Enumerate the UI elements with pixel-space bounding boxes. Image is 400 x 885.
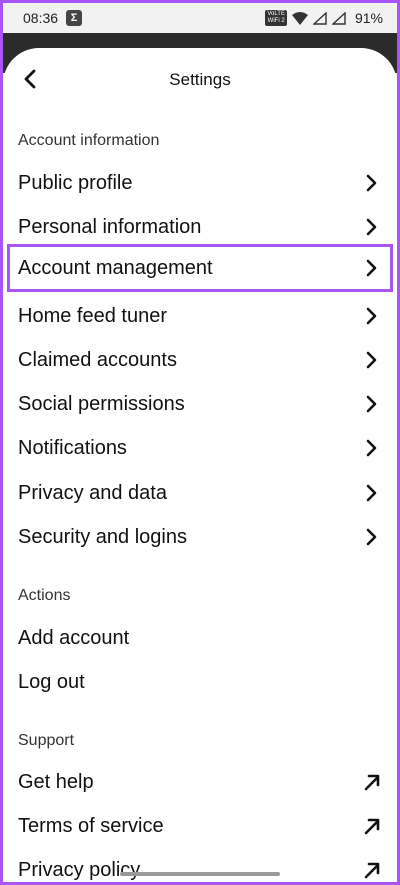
chevron-right-icon [366, 528, 377, 546]
chevron-right-icon [366, 218, 377, 236]
chevron-right-icon [366, 174, 377, 192]
item-label: Privacy and data [18, 481, 167, 504]
chevron-right-icon [366, 484, 377, 502]
item-label: Personal information [18, 215, 202, 238]
item-label: Security and logins [18, 525, 187, 548]
settings-item-claimed-accounts[interactable]: Claimed accounts [3, 338, 397, 382]
item-label: Claimed accounts [18, 348, 177, 371]
status-bar: 08:36 Σ VoLTE WiFi 2 91% [3, 3, 397, 33]
chevron-right-icon [366, 351, 377, 369]
settings-item-add-account[interactable]: Add account [3, 616, 397, 660]
item-label: Get help [18, 770, 94, 793]
chevron-right-icon [366, 307, 377, 325]
item-label: Privacy policy [18, 858, 141, 881]
settings-item-notifications[interactable]: Notifications [3, 426, 397, 470]
external-link-arrow-icon [364, 774, 380, 791]
page-title: Settings [169, 70, 231, 89]
settings-item-terms-of-service[interactable]: Terms of service [3, 804, 397, 848]
item-label: Home feed tuner [18, 304, 167, 327]
screen: 08:36 Σ VoLTE WiFi 2 91% Settings Accoun… [3, 3, 397, 882]
item-label: Account management [18, 256, 213, 279]
external-link-arrow-icon [364, 818, 380, 835]
volte-icon: VoLTE WiFi 2 [265, 10, 287, 26]
chevron-right-icon [366, 395, 377, 413]
settings-item-security-and-logins[interactable]: Security and logins [3, 515, 397, 559]
header: Settings [3, 48, 397, 108]
item-label: Social permissions [18, 392, 185, 415]
wifi-icon [291, 11, 308, 25]
battery-level: 91% [354, 10, 383, 26]
section-label-support: Support [18, 732, 75, 749]
system-icons: VoLTE WiFi 2 91% [265, 10, 383, 26]
chevron-right-icon [366, 259, 377, 277]
item-label: Terms of service [18, 814, 164, 837]
section-label-account-information: Account information [18, 132, 160, 149]
settings-item-personal-information[interactable]: Personal information [3, 205, 397, 249]
signal-icon [312, 11, 327, 25]
notification-icon: Σ [66, 10, 83, 26]
section-label-actions: Actions [18, 587, 71, 604]
item-label: Public profile [18, 171, 133, 194]
settings-item-social-permissions[interactable]: Social permissions [3, 382, 397, 426]
settings-item-public-profile[interactable]: Public profile [3, 161, 397, 205]
external-link-arrow-icon [364, 862, 380, 879]
clock: 08:36 [23, 10, 59, 26]
item-label: Log out [18, 670, 85, 693]
settings-item-privacy-policy[interactable]: Privacy policy [3, 848, 397, 882]
settings-item-get-help[interactable]: Get help [3, 760, 397, 804]
settings-item-account-management[interactable]: Account management [3, 246, 397, 290]
chevron-right-icon [366, 439, 377, 457]
signal-icon-2 [331, 11, 346, 25]
settings-item-privacy-and-data[interactable]: Privacy and data [3, 471, 397, 515]
item-label: Add account [18, 626, 130, 649]
settings-item-log-out[interactable]: Log out [3, 660, 397, 704]
settings-sheet: Settings Account information Public prof… [3, 48, 397, 882]
settings-item-home-feed-tuner[interactable]: Home feed tuner [3, 294, 397, 338]
gesture-nav-handle[interactable] [120, 872, 280, 876]
item-label: Notifications [18, 436, 127, 459]
